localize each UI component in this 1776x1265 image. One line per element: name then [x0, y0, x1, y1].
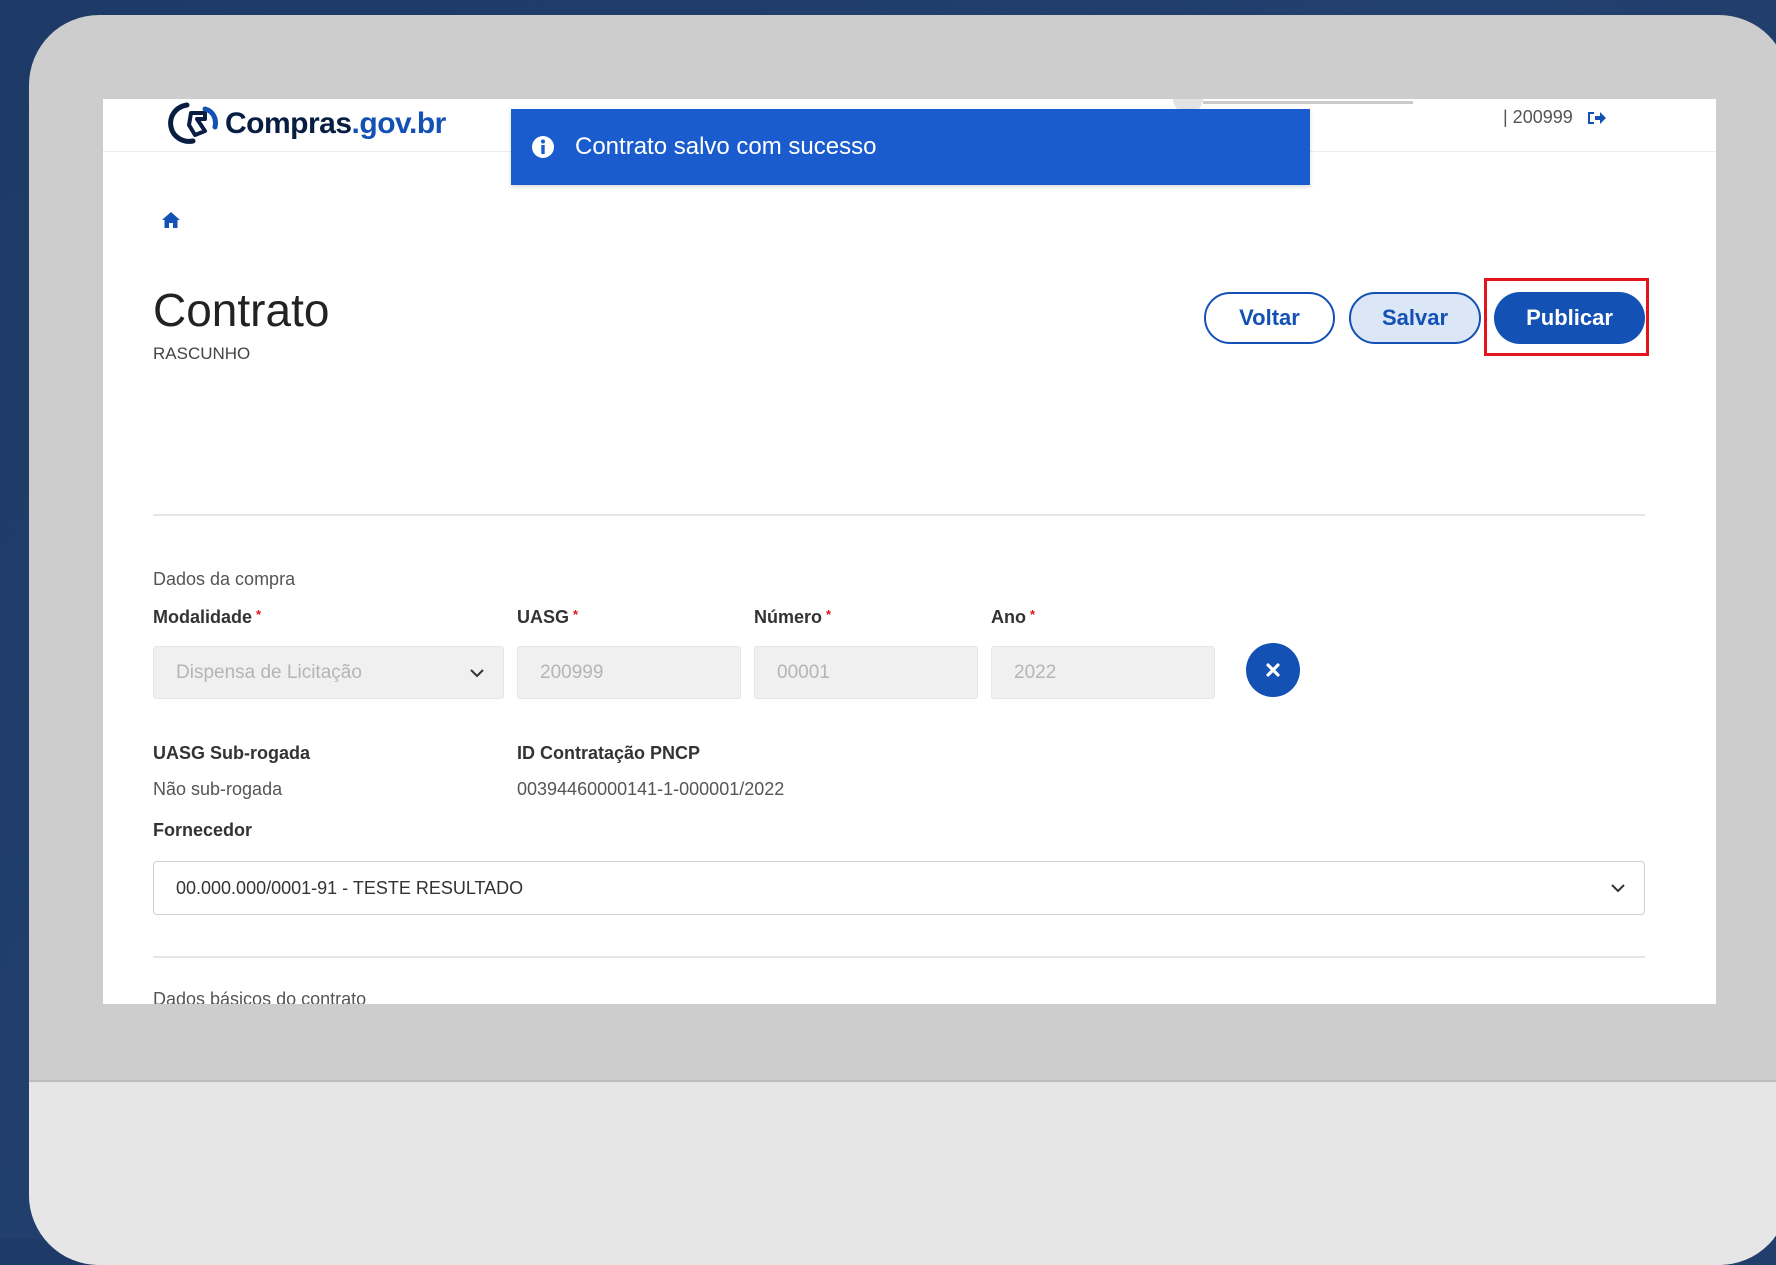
chevron-down-icon — [470, 669, 484, 678]
section-title-contrato: Dados básicos do contrato — [153, 989, 367, 1004]
numero-value: 00001 — [777, 661, 830, 683]
user-name — [1203, 101, 1413, 104]
section-title-compra: Dados da compra — [153, 569, 296, 589]
subrogada-label: UASG Sub-rogada — [153, 743, 311, 763]
uasg-value: 200999 — [540, 661, 604, 683]
chevron-down-icon — [1611, 884, 1625, 893]
logo-domain: .gov.br — [351, 107, 447, 140]
logo-text: Compras — [225, 107, 352, 140]
pncp-label: ID Contratação PNCP — [517, 743, 701, 763]
success-toast[interactable]: Contrato salvo com sucesso — [511, 109, 1310, 185]
user-code: | 200999 — [1503, 107, 1573, 127]
ano-label: Ano * — [991, 607, 1036, 627]
modalidade-select[interactable]: Dispensa de Licitação — [153, 646, 504, 699]
section-divider — [153, 956, 1645, 958]
save-button[interactable]: Salvar — [1349, 292, 1481, 344]
section-divider — [153, 514, 1645, 516]
fornecedor-label: Fornecedor — [153, 820, 253, 840]
logout-icon[interactable] — [1587, 110, 1607, 126]
ano-value: 2022 — [1014, 661, 1057, 683]
fornecedor-value: 00.000.000/0001-91 - TESTE RESULTADO — [176, 877, 524, 898]
status-label: RASCUNHO — [153, 344, 251, 363]
numero-input[interactable]: 00001 — [754, 646, 978, 699]
home-icon[interactable] — [161, 211, 181, 229]
device-bezel-bottom — [29, 1080, 1776, 1265]
site-logo[interactable]: Compras.gov.br — [165, 101, 446, 147]
uasg-label: UASG * — [517, 607, 579, 627]
modalidade-label: Modalidade * — [153, 607, 262, 627]
modalidade-value: Dispensa de Licitação — [176, 661, 362, 683]
fornecedor-select[interactable]: 00.000.000/0001-91 - TESTE RESULTADO — [153, 861, 1645, 915]
uasg-input[interactable]: 200999 — [517, 646, 741, 699]
ano-input[interactable]: 2022 — [991, 646, 1215, 699]
app-screen: Compras.gov.br | 200999 Contrato salvo c… — [103, 99, 1716, 1004]
pncp-value: 00394460000141-1-000001/2022 — [517, 779, 785, 799]
device-frame: Compras.gov.br | 200999 Contrato salvo c… — [29, 15, 1776, 1265]
back-button[interactable]: Voltar — [1204, 292, 1335, 344]
numero-label: Número * — [754, 607, 832, 627]
publish-highlight-box — [1484, 278, 1649, 356]
subrogada-value: Não sub-rogada — [153, 779, 283, 799]
info-icon — [532, 136, 554, 158]
toast-message: Contrato salvo com sucesso — [575, 133, 877, 160]
user-info: | 200999 — [1503, 107, 1607, 128]
close-icon — [1266, 663, 1280, 677]
gov-logo-icon — [168, 102, 218, 144]
page-title: Contrato — [153, 284, 330, 336]
clear-compra-button[interactable] — [1246, 643, 1300, 697]
